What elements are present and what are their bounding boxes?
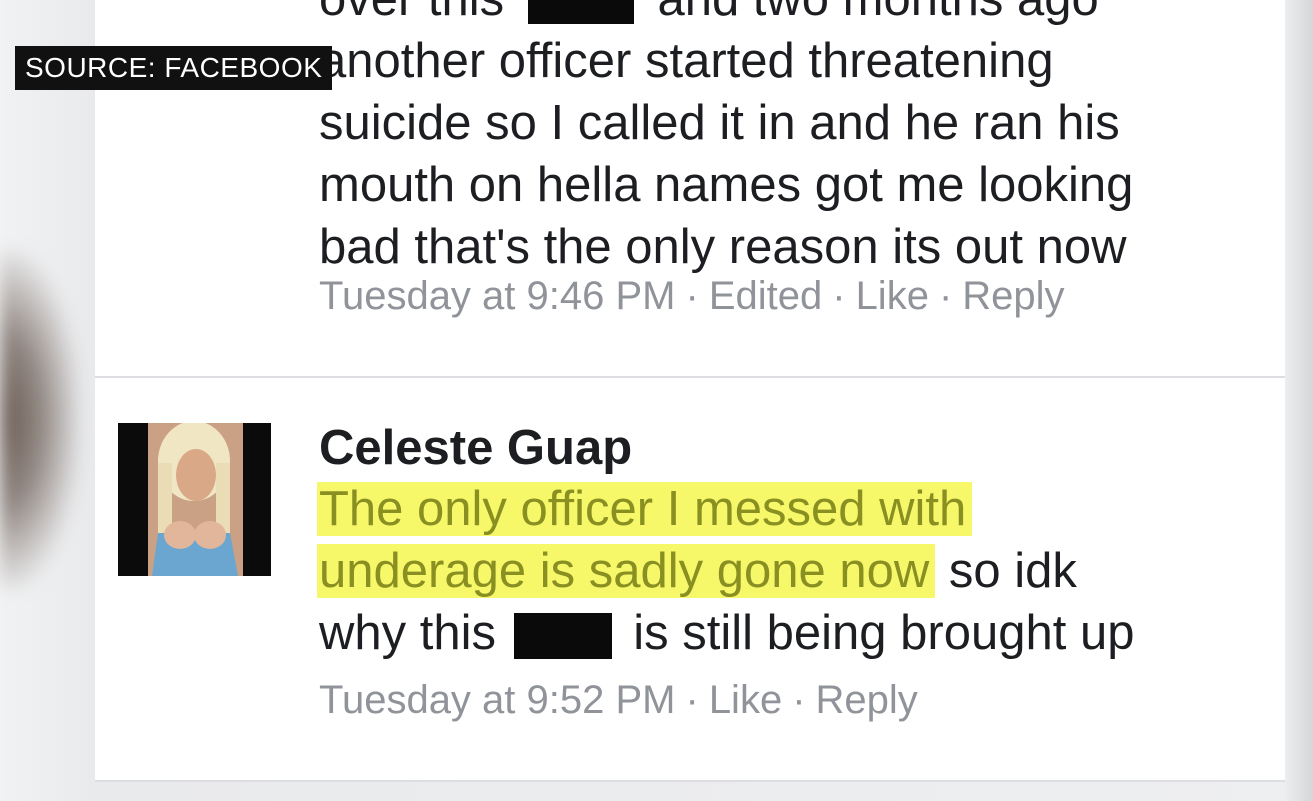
dot-separator-icon: · [685, 274, 699, 318]
comment-text-fragment: over this [319, 0, 504, 26]
dot-separator-icon: · [685, 678, 699, 722]
dot-separator-icon: · [832, 274, 846, 318]
comment-line: why this is still being brought up [319, 602, 1134, 664]
like-link[interactable]: Like [856, 274, 929, 318]
redaction-bar [527, 0, 634, 25]
reply-link[interactable]: Reply [816, 678, 918, 722]
comment-author[interactable]: Celeste Guap [319, 420, 632, 476]
avatar-photo [118, 423, 271, 576]
comment-meta: Tuesday at 9:52 PM · Like · Reply [319, 678, 918, 723]
comment-text-fragment: why this [319, 606, 497, 660]
comment-card: Celeste Guap The only officer I messed w… [95, 378, 1285, 782]
comment-feed: over this and two months ago another off… [95, 0, 1285, 801]
comment-text-fragment: is still being brought up [633, 606, 1135, 660]
avatar[interactable] [118, 423, 271, 576]
video-frame: over this and two months ago another off… [0, 0, 1313, 801]
comment-meta: Tuesday at 9:46 PM · Edited · Like · Reply [319, 274, 1065, 319]
comment-line: underage is sadly gone now so idk [317, 540, 1134, 602]
comment-body: The only officer I messed with underage … [317, 478, 1134, 664]
redaction-bar [513, 613, 612, 660]
dot-separator-icon: · [792, 678, 806, 722]
comment-timestamp[interactable]: Tuesday at 9:46 PM [319, 274, 675, 318]
comment-line: suicide so I called it in and he ran his [319, 96, 1120, 150]
comment-line: The only officer I messed with [317, 478, 1134, 540]
comment-body: over this and two months ago another off… [319, 0, 1133, 278]
comment-text-fragment: so idk [948, 544, 1077, 598]
highlighted-text: underage is sadly gone now [317, 544, 936, 598]
background-edge [1283, 0, 1313, 801]
edited-label[interactable]: Edited [709, 274, 822, 318]
dot-separator-icon: · [938, 274, 953, 318]
background-blur [0, 250, 80, 590]
comment-text-fragment: and two months ago [657, 0, 1098, 26]
highlighted-text: The only officer I messed with [317, 482, 973, 536]
comment-timestamp[interactable]: Tuesday at 9:52 PM [319, 678, 675, 722]
reply-link[interactable]: Reply [962, 274, 1064, 318]
comment-line-partial: over this and two months ago [319, 0, 1133, 30]
comment-line: bad that's the only reason its out now [319, 220, 1127, 274]
source-label: SOURCE: FACEBOOK [15, 46, 333, 90]
comment-line: another officer started threatening [319, 34, 1054, 88]
comment-line: mouth on hella names got me looking [319, 158, 1134, 212]
like-link[interactable]: Like [709, 678, 782, 722]
